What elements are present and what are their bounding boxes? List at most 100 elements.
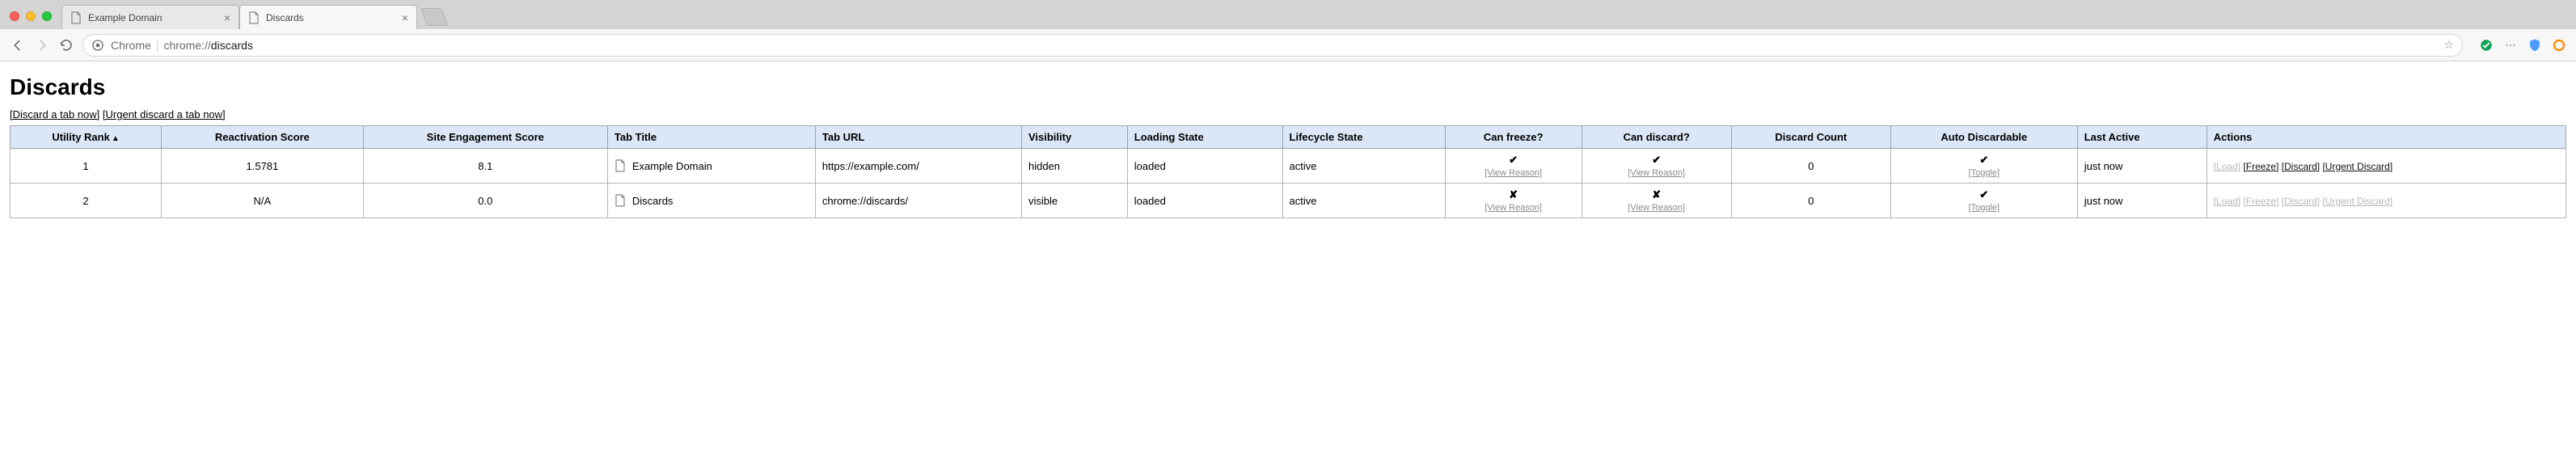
extension-icons: [2479, 38, 2566, 53]
window-zoom-button[interactable]: [42, 11, 52, 21]
col-site-engagement[interactable]: Site Engagement Score: [363, 126, 607, 149]
discard-status-icon: ✘: [1652, 188, 1661, 201]
view-reason-link[interactable]: [View Reason]: [1589, 168, 1725, 178]
cell-loading: loaded: [1127, 149, 1282, 184]
col-lifecycle-state[interactable]: Lifecycle State: [1282, 126, 1445, 149]
forward-button[interactable]: [34, 37, 50, 53]
cell-url: chrome://discards/: [815, 184, 1021, 218]
col-label: Actions: [2214, 131, 2253, 143]
cell-lifecycle: active: [1282, 149, 1445, 184]
cell-last-active: just now: [2077, 149, 2206, 184]
col-loading-state[interactable]: Loading State: [1127, 126, 1282, 149]
col-can-freeze[interactable]: Can freeze?: [1445, 126, 1581, 149]
cell-can-discard: ✔[View Reason]: [1581, 149, 1731, 184]
col-label: Visibility: [1028, 131, 1071, 143]
cell-url: https://example.com/: [815, 149, 1021, 184]
window-controls: [10, 11, 52, 21]
freeze-status-icon: ✔: [1509, 154, 1518, 166]
action-freeze[interactable]: [Freeze]: [2243, 161, 2278, 172]
discard-tab-now-link[interactable]: [Discard a tab now]: [10, 108, 99, 120]
cell-can-freeze: ✔ [View Reason]: [1445, 149, 1581, 184]
browser-tab-0[interactable]: Example Domain ×: [61, 5, 239, 29]
action-discard[interactable]: [Discard]: [2282, 161, 2320, 172]
col-last-active[interactable]: Last Active: [2077, 126, 2206, 149]
toggle-link[interactable]: [Toggle]: [1898, 203, 2071, 213]
urgent-discard-tab-now-link[interactable]: [Urgent discard a tab now]: [103, 108, 226, 120]
browser-toolbar: Chrome | chrome://discards ☆: [0, 29, 2576, 61]
cell-engagement: 8.1: [363, 149, 607, 184]
view-reason-link[interactable]: [View Reason]: [1452, 168, 1575, 178]
tab-strip: Example Domain × Discards ×: [0, 0, 2576, 29]
extension-shield-icon[interactable]: [2527, 38, 2542, 53]
col-label: Lifecycle State: [1290, 131, 1363, 143]
col-can-discard[interactable]: Can discard?: [1581, 126, 1731, 149]
tab-title-text: Example Domain: [632, 160, 712, 172]
auto-discardable-icon: ✔: [1979, 154, 1988, 166]
cell-discard-count: 0: [1731, 149, 1890, 184]
bookmark-star-icon[interactable]: ☆: [2443, 38, 2454, 52]
action-freeze: [Freeze]: [2243, 196, 2278, 207]
address-path: discards: [211, 39, 253, 52]
col-label: Auto Discardable: [1940, 131, 2027, 143]
back-button[interactable]: [10, 37, 26, 53]
document-icon: [614, 194, 626, 207]
cell-discard-count: 0: [1731, 184, 1890, 218]
action-discard: [Discard]: [2282, 196, 2320, 207]
extension-orange-circle-icon[interactable]: [2552, 38, 2566, 53]
col-tab-url[interactable]: Tab URL: [815, 126, 1021, 149]
col-label: Tab URL: [822, 131, 864, 143]
cell-lifecycle: active: [1282, 184, 1445, 218]
col-reactivation-score[interactable]: Reactivation Score: [162, 126, 364, 149]
col-label: Can freeze?: [1484, 131, 1543, 143]
browser-tab-1[interactable]: Discards ×: [239, 5, 417, 29]
page-content: Discards [Discard a tab now] [Urgent dis…: [0, 61, 2576, 226]
col-label: Tab Title: [614, 131, 657, 143]
tab-close-icon[interactable]: ×: [224, 11, 230, 24]
document-icon: [614, 159, 626, 172]
view-reason-link[interactable]: [View Reason]: [1452, 203, 1575, 213]
col-label: Reactivation Score: [215, 131, 310, 143]
address-prefix: Chrome: [111, 39, 151, 52]
cell-auto-discardable: ✔ [Toggle]: [1890, 149, 2077, 184]
col-label: Discard Count: [1775, 131, 1847, 143]
col-label: Site Engagement Score: [427, 131, 544, 143]
col-actions[interactable]: Actions: [2206, 126, 2565, 149]
address-bar[interactable]: Chrome | chrome://discards ☆: [82, 34, 2463, 57]
table-header: Utility Rank▲ Reactivation Score Site En…: [11, 126, 2566, 149]
col-tab-title[interactable]: Tab Title: [607, 126, 815, 149]
cell-tab-title: Example Domain: [607, 149, 815, 184]
window-minimize-button[interactable]: [26, 11, 36, 21]
cell-actions: [Load] [Freeze] [Discard] [Urgent Discar…: [2206, 184, 2565, 218]
col-label: Utility Rank: [52, 131, 110, 143]
cell-engagement: 0.0: [363, 184, 607, 218]
extension-green-check-icon[interactable]: [2479, 38, 2494, 53]
page-action-links: [Discard a tab now] [Urgent discard a ta…: [10, 108, 2566, 120]
cell-last-active: just now: [2077, 184, 2206, 218]
view-reason-link[interactable]: [View Reason]: [1589, 203, 1725, 213]
table-row: 11.57818.1Example Domainhttps://example.…: [11, 149, 2566, 184]
sort-asc-icon: ▲: [112, 134, 120, 143]
chrome-page-icon: [91, 39, 104, 52]
reload-button[interactable]: [58, 37, 74, 53]
browser-tab-title: Discards: [266, 12, 395, 23]
col-discard-count[interactable]: Discard Count: [1731, 126, 1890, 149]
col-auto-discardable[interactable]: Auto Discardable: [1890, 126, 2077, 149]
col-utility-rank[interactable]: Utility Rank▲: [11, 126, 162, 149]
browser-window: Example Domain × Discards × Chrome: [0, 0, 2576, 226]
toggle-link[interactable]: [Toggle]: [1898, 168, 2071, 178]
cell-reactivation: N/A: [162, 184, 364, 218]
tab-title-text: Discards: [632, 195, 674, 207]
new-tab-button[interactable]: [420, 8, 448, 26]
action-urgent-discard[interactable]: [Urgent Discard]: [2322, 161, 2392, 172]
cell-reactivation: 1.5781: [162, 149, 364, 184]
page-title: Discards: [10, 74, 2566, 100]
action-load: [Load]: [2214, 196, 2240, 207]
extension-dots-icon[interactable]: [2503, 38, 2518, 53]
cell-tab-title: Discards: [607, 184, 815, 218]
col-label: Loading State: [1134, 131, 1204, 143]
tab-close-icon[interactable]: ×: [402, 11, 408, 24]
col-visibility[interactable]: Visibility: [1021, 126, 1127, 149]
window-close-button[interactable]: [10, 11, 19, 21]
col-label: Last Active: [2084, 131, 2140, 143]
action-urgent-discard: [Urgent Discard]: [2322, 196, 2392, 207]
